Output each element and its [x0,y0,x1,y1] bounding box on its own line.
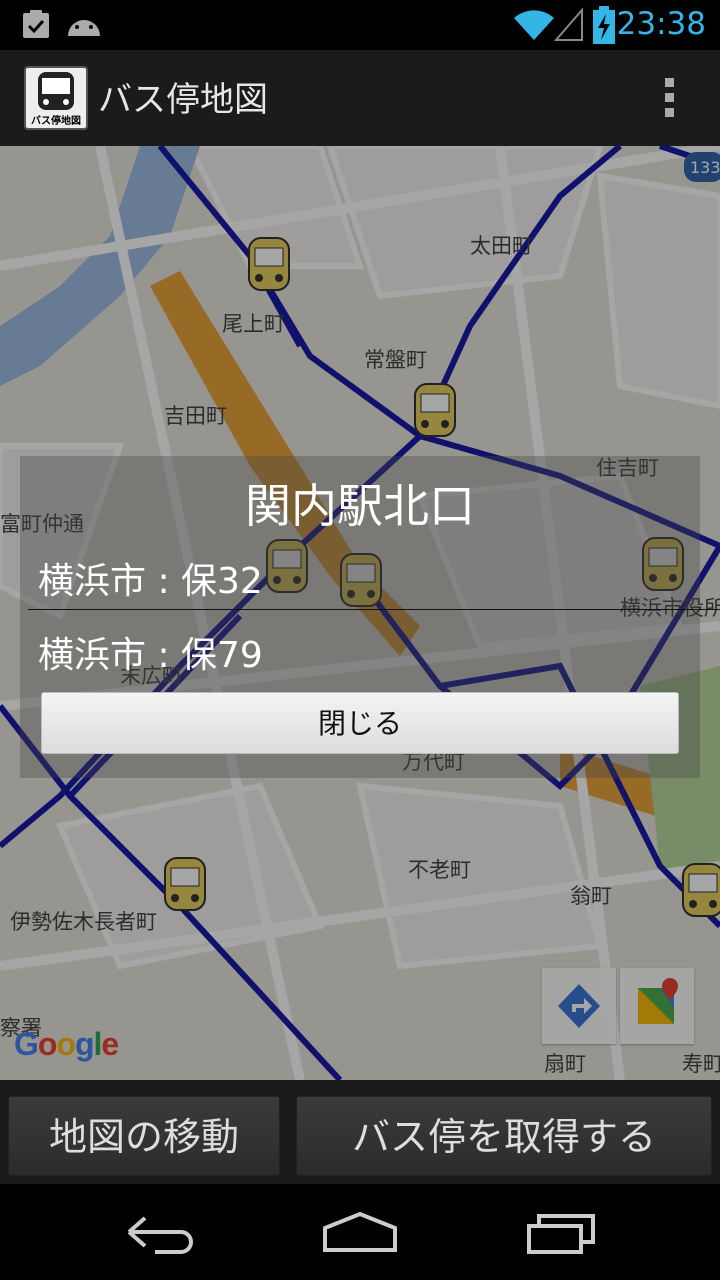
signal-icon [554,8,583,41]
app-title: バス停地図 [98,80,268,120]
action-bar: バス停地図 バス停地図 [0,50,720,146]
clock: 23:38 [616,6,706,42]
bus-stop-dialog: 関内駅北口 横浜市 : 保32 横浜市 : 保79 閉じる [20,456,720,778]
divider [28,609,720,610]
route-item[interactable]: 横浜市 : 保79 [38,626,263,678]
get-bus-stops-button[interactable]: バス停を取得する [296,1096,712,1176]
android-icon [68,20,100,36]
home-icon[interactable] [315,1204,405,1260]
status-bar: 23:38 [0,0,720,50]
app-icon-label: バス停地図 [31,116,81,127]
bottom-toolbar: 地図の移動 バス停を取得する [0,1080,720,1184]
wifi-icon [514,10,554,40]
navigation-bar [0,1184,720,1280]
map-view[interactable]: 133 太田町 尾上町 常盤町 吉田町 住吉町 富町仲通 横浜市役所 末広町 万… [0,146,720,1080]
close-button[interactable]: 閉じる [41,692,679,754]
recent-apps-icon[interactable] [515,1204,605,1260]
clipboard-check-icon [23,10,49,38]
route-item[interactable]: 横浜市 : 保32 [38,552,263,604]
back-icon[interactable] [115,1204,205,1260]
battery-charging-icon [593,6,615,44]
dialog-title: 関内駅北口 [245,479,475,533]
move-map-button[interactable]: 地図の移動 [8,1096,280,1176]
app-icon[interactable]: バス停地図 [24,66,88,130]
overflow-menu-icon[interactable] [662,78,676,122]
bus-icon [38,72,74,110]
